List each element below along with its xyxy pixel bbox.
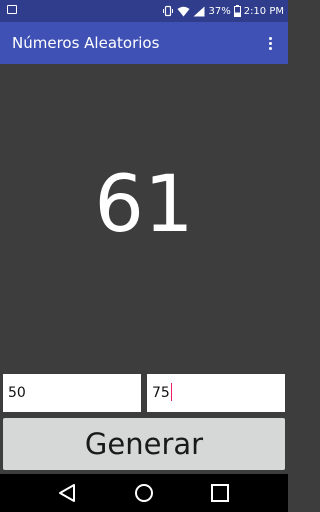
max-input-value: 75 xyxy=(152,385,170,401)
status-time: 2:10 PM xyxy=(243,5,284,17)
generate-button[interactable]: Generar xyxy=(3,418,285,470)
notification-icon xyxy=(7,5,17,14)
recents-icon[interactable] xyxy=(209,482,231,504)
overflow-dot xyxy=(268,46,272,50)
battery-percent: 37% xyxy=(208,5,231,17)
home-icon[interactable] xyxy=(133,482,155,504)
overflow-menu-icon[interactable] xyxy=(262,33,278,53)
signal-icon xyxy=(193,6,205,16)
app-bar: Números Aleatorios xyxy=(0,22,288,64)
status-icons: 37% 2:10 PM xyxy=(162,0,284,22)
overflow-dot xyxy=(268,36,272,40)
min-input-value: 50 xyxy=(8,385,26,401)
overflow-dot xyxy=(268,41,272,45)
app-title: Números Aleatorios xyxy=(12,34,160,52)
vibrate-icon xyxy=(163,5,174,17)
max-input[interactable]: 75 xyxy=(147,374,285,412)
text-cursor xyxy=(170,383,173,401)
min-input[interactable]: 50 xyxy=(3,374,141,412)
wifi-icon xyxy=(177,6,190,16)
back-icon[interactable] xyxy=(56,482,78,504)
status-bar: 37% 2:10 PM xyxy=(0,0,288,22)
random-number-display: 61 xyxy=(94,160,194,250)
battery-icon xyxy=(233,5,241,17)
navigation-bar xyxy=(0,474,288,512)
